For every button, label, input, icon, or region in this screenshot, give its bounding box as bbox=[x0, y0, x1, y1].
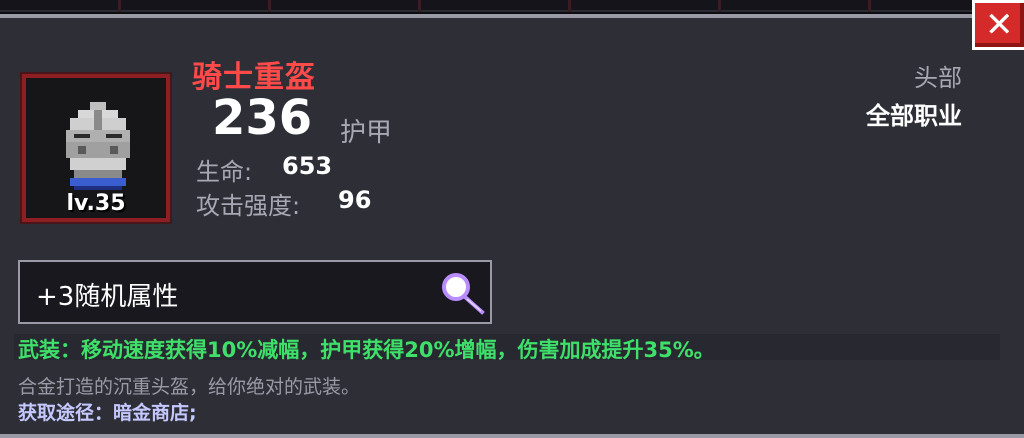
armor-value: 236 bbox=[212, 90, 313, 146]
class-restriction: 全部职业 bbox=[866, 102, 962, 130]
acquisition-source: 获取途径：暗金商店; bbox=[18, 402, 197, 424]
strip-seam bbox=[568, 0, 571, 12]
close-button[interactable]: ✕ bbox=[972, 0, 1024, 50]
strip-seam bbox=[868, 0, 871, 12]
armed-effect-text: 武装：移动速度获得10%减幅，护甲获得20%增幅，伤害加成提升35%。 bbox=[18, 338, 715, 362]
item-icon-frame[interactable]: lv.35 bbox=[20, 72, 172, 224]
random-attributes-box[interactable]: +3随机属性 bbox=[18, 260, 492, 324]
armor-label: 护甲 bbox=[340, 118, 393, 148]
strip-seam bbox=[418, 0, 421, 12]
close-icon: ✕ bbox=[985, 5, 1014, 45]
stat-row-health: 生命: 653 bbox=[196, 152, 332, 187]
armed-effect-row: 武装：移动速度获得10%减幅，护甲获得20%增幅，伤害加成提升35%。 bbox=[14, 334, 1000, 362]
strip-seam bbox=[718, 0, 721, 12]
stat-label: 攻击强度: bbox=[196, 192, 301, 220]
stat-value: 653 bbox=[282, 152, 333, 180]
item-level: lv.35 bbox=[66, 191, 126, 216]
item-detail-panel: lv.35 骑士重盔 236 护甲 生命: 653 攻击强度: 96 头部 全部… bbox=[0, 14, 1024, 438]
top-strip bbox=[0, 0, 1024, 12]
slot-label: 头部 bbox=[914, 64, 962, 92]
knight-helmet-icon bbox=[66, 102, 130, 190]
magnifier-icon[interactable] bbox=[438, 270, 488, 316]
random-attributes-label: +3随机属性 bbox=[36, 282, 179, 312]
strip-seam bbox=[118, 0, 121, 12]
item-description: 合金打造的沉重头盔，给你绝对的武装。 bbox=[18, 376, 361, 398]
stat-value: 96 bbox=[338, 186, 372, 214]
stat-label: 生命: bbox=[196, 158, 253, 186]
stat-row-attack-power: 攻击强度: 96 bbox=[196, 186, 371, 221]
strip-seam bbox=[268, 0, 271, 12]
